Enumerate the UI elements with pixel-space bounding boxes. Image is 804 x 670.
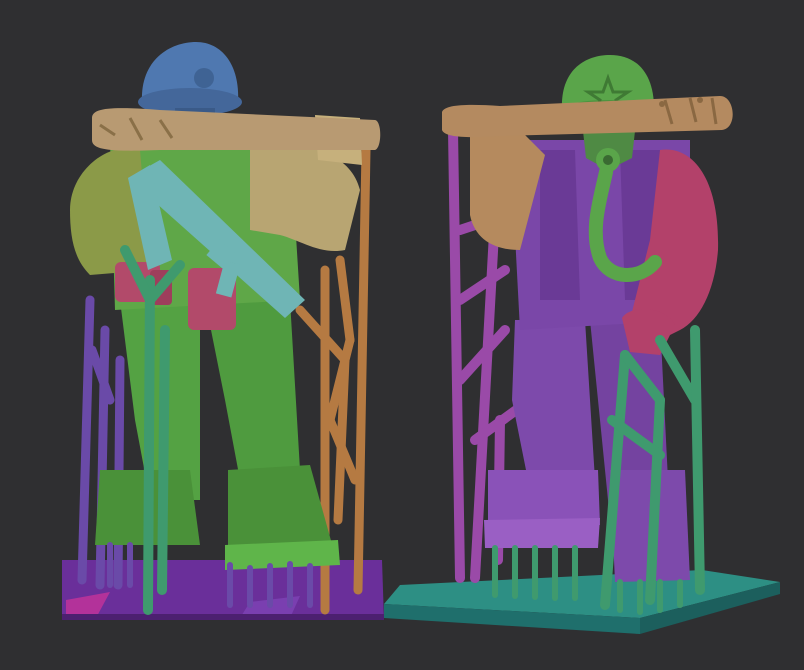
model-render xyxy=(62,42,780,634)
soldier-gas-mask-figure xyxy=(384,55,780,634)
left-figure-legs xyxy=(95,300,340,570)
right-figure-bat xyxy=(442,96,733,138)
render-viewport xyxy=(0,0,804,670)
soldier-back-view-figure xyxy=(62,42,384,620)
left-figure-bat xyxy=(92,108,381,151)
